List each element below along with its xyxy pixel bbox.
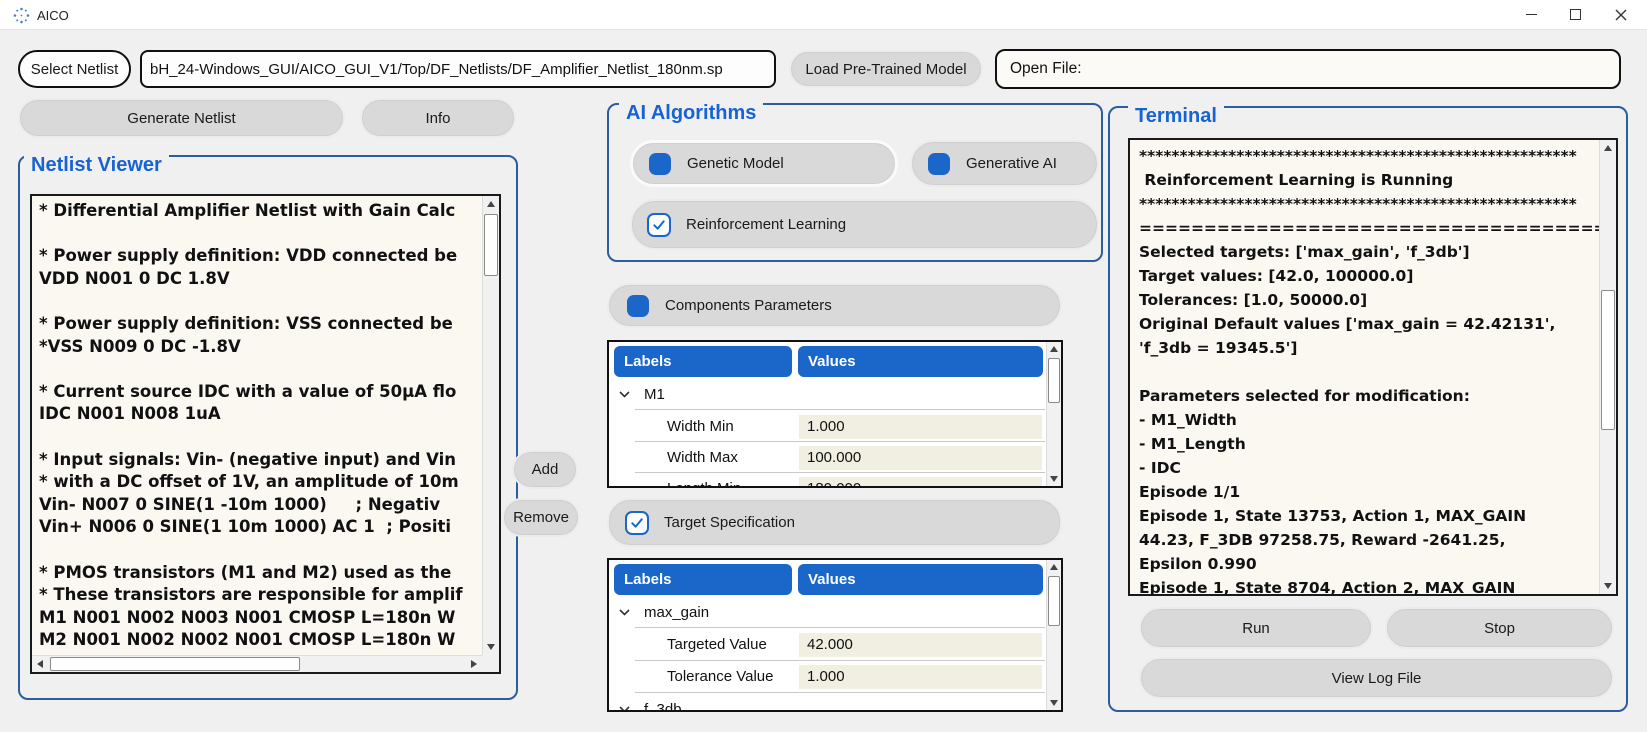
scroll-up-icon[interactable] — [483, 196, 499, 212]
scroll-right-icon[interactable] — [466, 656, 482, 672]
netlist-vscroll-thumb[interactable] — [484, 214, 498, 276]
terminal-text-area[interactable]: ****************************************… — [1128, 138, 1618, 596]
netlist-viewer-title: Netlist Viewer — [24, 153, 169, 177]
run-button[interactable]: Run — [1139, 607, 1373, 649]
target-specification-toggle[interactable]: Target Specification — [607, 498, 1062, 547]
info-button[interactable]: Info — [360, 98, 516, 138]
scroll-up-icon[interactable] — [1047, 560, 1061, 574]
reinforcement-learning-toggle[interactable]: Reinforcement Learning — [630, 199, 1099, 250]
chevron-down-icon[interactable] — [619, 391, 630, 398]
generative-ai-toggle[interactable]: Generative AI — [910, 140, 1099, 187]
target-value-cell[interactable]: 1.000 — [799, 665, 1042, 689]
scroll-down-icon[interactable] — [1047, 696, 1061, 710]
params-table-scrollbar[interactable] — [1046, 342, 1061, 486]
close-button[interactable] — [1599, 0, 1643, 29]
generative-ai-checkbox[interactable] — [928, 153, 950, 175]
reinforcement-learning-label: Reinforcement Learning — [686, 216, 846, 233]
scroll-up-icon[interactable] — [1600, 140, 1616, 156]
target-value-cell[interactable]: 42.000 — [799, 633, 1042, 657]
generative-ai-label: Generative AI — [966, 155, 1057, 172]
open-file-field[interactable]: Open File: — [995, 49, 1621, 89]
add-button[interactable]: Add — [512, 450, 578, 489]
terminal-panel: Terminal *******************************… — [1108, 106, 1628, 712]
target-specification-checkbox[interactable] — [625, 511, 649, 535]
scroll-down-icon[interactable] — [1600, 578, 1616, 594]
window-title: AICO — [37, 8, 69, 23]
targets-scroll-thumb[interactable] — [1048, 576, 1060, 626]
terminal-title: Terminal — [1128, 104, 1224, 128]
close-icon — [1615, 9, 1627, 21]
add-label: Add — [532, 461, 559, 478]
app-logo-icon — [13, 7, 30, 24]
netlist-text-area[interactable]: * Differential Amplifier Netlist with Ga… — [30, 194, 501, 674]
targets-group-row[interactable]: max_gain — [609, 599, 1045, 626]
minimize-button[interactable] — [1509, 0, 1553, 29]
components-parameters-toggle[interactable]: Components Parameters — [607, 283, 1062, 328]
netlist-horizontal-scrollbar[interactable] — [32, 655, 482, 672]
terminal-scroll-thumb[interactable] — [1601, 290, 1615, 430]
terminal-text: ****************************************… — [1130, 140, 1599, 594]
run-label: Run — [1242, 620, 1270, 637]
netlist-hscroll-thumb[interactable] — [50, 657, 300, 671]
param-value-cell[interactable]: 180.000 — [799, 477, 1042, 488]
view-log-file-label: View Log File — [1332, 670, 1422, 687]
params-group-label: M1 — [644, 386, 665, 403]
genetic-model-checkbox[interactable] — [649, 153, 671, 175]
ai-algorithms-panel: AI Algorithms Genetic Model Generative A… — [607, 103, 1103, 262]
components-parameters-table: Labels Values M1 Width Min 1.000 Width M… — [607, 340, 1063, 488]
param-value-cell[interactable]: 1.000 — [799, 415, 1042, 439]
params-header-labels: Labels — [614, 346, 792, 377]
info-label: Info — [425, 110, 450, 127]
terminal-scrollbar[interactable] — [1599, 140, 1616, 594]
targets-table-scrollbar[interactable] — [1046, 560, 1061, 710]
chevron-down-icon[interactable] — [619, 706, 630, 712]
scroll-down-icon[interactable] — [1047, 472, 1061, 486]
generate-netlist-label: Generate Netlist — [127, 110, 235, 127]
check-icon — [629, 515, 645, 531]
param-value-cell[interactable]: 100.000 — [799, 446, 1042, 470]
components-parameters-label: Components Parameters — [665, 297, 832, 314]
maximize-icon — [1570, 9, 1581, 20]
remove-button[interactable]: Remove — [502, 498, 580, 537]
scroll-down-icon[interactable] — [483, 639, 499, 655]
params-scroll-thumb[interactable] — [1048, 358, 1060, 403]
netlist-vertical-scrollbar[interactable] — [482, 196, 499, 655]
targets-header-labels: Labels — [614, 564, 792, 595]
netlist-viewer-panel: Netlist Viewer * Differential Amplifier … — [18, 155, 518, 700]
select-netlist-button[interactable]: Select Netlist — [18, 50, 131, 88]
load-pretrained-model-label: Load Pre-Trained Model — [805, 61, 966, 78]
target-specification-table: Labels Values max_gain Targeted Value 42… — [607, 558, 1063, 712]
targets-next-group-label: f_3db — [644, 701, 682, 712]
params-header-values: Values — [798, 346, 1043, 377]
ai-algorithms-title: AI Algorithms — [619, 101, 763, 125]
scroll-left-icon[interactable] — [32, 656, 48, 672]
view-log-file-button[interactable]: View Log File — [1139, 657, 1614, 699]
title-bar: AICO — [0, 0, 1647, 30]
check-icon — [651, 217, 667, 233]
minimize-icon — [1526, 14, 1537, 16]
genetic-model-toggle[interactable]: Genetic Model — [630, 140, 898, 187]
load-pretrained-model-button[interactable]: Load Pre-Trained Model — [789, 50, 983, 88]
target-specification-label: Target Specification — [664, 514, 795, 531]
stop-button[interactable]: Stop — [1385, 607, 1614, 649]
select-netlist-label: Select Netlist — [31, 61, 119, 78]
reinforcement-learning-checkbox[interactable] — [647, 213, 671, 237]
components-parameters-checkbox[interactable] — [627, 295, 649, 317]
stop-label: Stop — [1484, 620, 1515, 637]
remove-label: Remove — [513, 509, 569, 526]
scrollbar-corner — [482, 655, 499, 672]
scroll-up-icon[interactable] — [1047, 342, 1061, 356]
targets-group-label: max_gain — [644, 604, 709, 621]
maximize-button[interactable] — [1553, 0, 1597, 29]
netlist-path-input[interactable] — [140, 50, 776, 88]
chevron-down-icon[interactable] — [619, 609, 630, 616]
generate-netlist-button[interactable]: Generate Netlist — [18, 98, 345, 138]
genetic-model-label: Genetic Model — [687, 155, 784, 172]
params-group-row[interactable]: M1 — [609, 381, 1045, 408]
targets-next-group-row[interactable]: f_3db — [609, 696, 1045, 712]
netlist-text: * Differential Amplifier Netlist with Ga… — [32, 196, 482, 655]
targets-header-values: Values — [798, 564, 1043, 595]
open-file-label: Open File: — [1010, 60, 1082, 78]
